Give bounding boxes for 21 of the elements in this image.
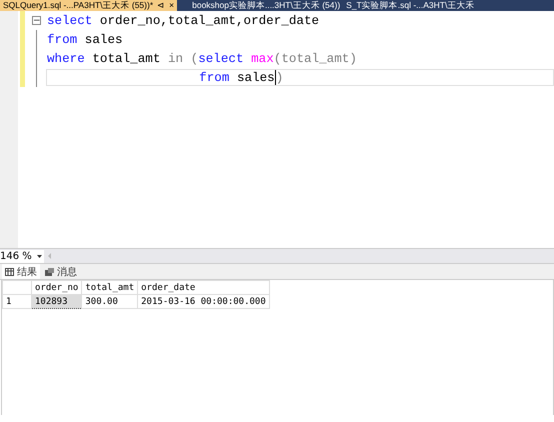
dropdown-arrow-icon (37, 254, 42, 258)
zoom-dropdown[interactable]: 146 % (0, 250, 44, 262)
document-tab[interactable]: bookshop实验脚本....3HT\王大禾 (54)) (189, 0, 344, 11)
scroll-left-icon[interactable] (48, 253, 51, 259)
table-cell[interactable]: 102893 (32, 294, 82, 308)
collapse-toggle[interactable]: − (32, 16, 41, 25)
column-header[interactable]: order_date (138, 280, 270, 294)
code-line: where total_amt in (select max(total_amt) (46, 52, 358, 66)
document-tab[interactable]: S_T实验脚本.sql -...A3HT\王大禾 (343, 0, 478, 11)
close-icon[interactable]: × (169, 0, 174, 11)
message-icon (45, 268, 54, 276)
result-tab[interactable]: 结果 (2, 264, 40, 279)
code-line: select order_no,total_amt,order_date (46, 14, 320, 28)
table-cell[interactable]: 2015-03-16 00:00:00.000 (138, 294, 270, 308)
grid-icon (5, 268, 14, 276)
pin-icon[interactable]: ⊲ (157, 0, 166, 11)
code-line: from sales (46, 32, 124, 46)
result-tab[interactable]: 消息 (42, 264, 80, 279)
column-header[interactable]: total_amt (82, 280, 138, 294)
document-tab[interactable]: SQLQuery1.sql -...PA3HT\王大禾 (55))* ⊲ × (0, 0, 178, 11)
table-cell[interactable]: 300.00 (82, 294, 138, 308)
